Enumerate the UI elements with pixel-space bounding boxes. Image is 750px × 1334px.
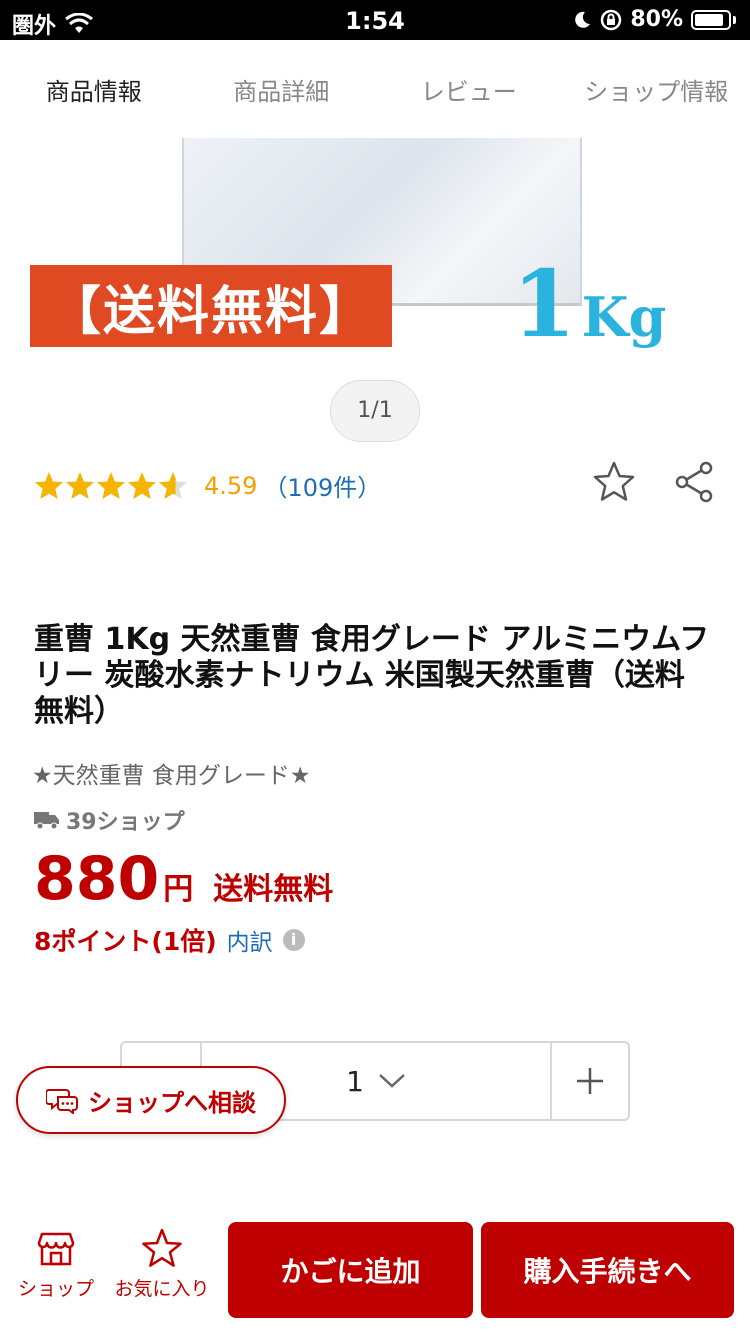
rotation-lock-icon — [601, 9, 622, 30]
rating-row[interactable]: 4.59 （109件） — [34, 468, 381, 503]
info-icon[interactable]: i — [282, 929, 305, 951]
product-image[interactable]: 【送料無料】 1 Kg — [0, 138, 750, 368]
battery-tip — [733, 15, 736, 24]
tab-shop-info[interactable]: ショップ情報 — [563, 62, 750, 122]
tab-product-info[interactable]: 商品情報 — [0, 62, 188, 122]
battery-icon — [691, 9, 731, 30]
points-row: 8ポイント(1倍) 内訳 i — [34, 922, 305, 958]
shop-icon — [37, 1232, 75, 1266]
weight-label: 1 Kg — [512, 250, 666, 358]
product-title: 重曹 1Kg 天然重曹 食用グレード アルミニウムフリー 炭酸水素ナトリウム 米… — [34, 622, 710, 729]
free-shipping-label: 送料無料 — [213, 872, 334, 907]
quantity-plus-button[interactable] — [550, 1043, 628, 1119]
price-value: 880 — [34, 844, 160, 914]
quantity-value: 1 — [346, 1064, 364, 1098]
consult-shop-button[interactable]: ショップへ相談 — [16, 1066, 286, 1134]
product-tabs: 商品情報 商品詳細 レビュー ショップ情報 — [0, 62, 750, 122]
truck-icon — [34, 812, 59, 830]
rating-score: 4.59 — [204, 471, 258, 500]
plus-icon — [577, 1068, 603, 1094]
free-shipping-banner: 【送料無料】 — [30, 265, 392, 347]
favorite-nav-label: お気に入り — [114, 1278, 210, 1300]
star-outline-icon — [142, 1228, 182, 1267]
shop-nav-button[interactable]: ショップ — [6, 1228, 106, 1301]
review-count-link[interactable]: （109件） — [263, 468, 381, 503]
tab-reviews[interactable]: レビュー — [375, 62, 563, 122]
price-row: 880 円 送料無料 — [34, 844, 333, 914]
add-to-cart-button[interactable]: かごに追加 — [228, 1222, 473, 1318]
favorite-nav-button[interactable]: お気に入り — [112, 1228, 212, 1301]
chevron-down-icon — [379, 1074, 405, 1088]
checkout-button[interactable]: 購入手続きへ — [481, 1222, 734, 1318]
tab-product-details[interactable]: 商品詳細 — [188, 62, 376, 122]
status-bar: 圏外 1:54 80% — [0, 0, 750, 40]
points-label: 8ポイント(1倍) — [34, 927, 217, 956]
rating-stars — [35, 471, 187, 499]
weight-unit: Kg — [581, 285, 667, 349]
shipping-39-label: 39ショップ — [66, 810, 185, 835]
shipping-39-badge: 39ショップ — [34, 804, 185, 836]
price-currency: 円 — [163, 872, 194, 907]
shop-nav-label: ショップ — [17, 1278, 94, 1300]
status-right: 80% — [572, 7, 736, 32]
image-pager: 1/1 — [330, 380, 420, 442]
bottom-action-bar: ショップ お気に入り かごに追加 購入手続きへ — [0, 1214, 750, 1334]
weight-number: 1 — [512, 250, 577, 358]
product-subtitle: ★天然重曹 食用グレード★ — [32, 763, 311, 789]
battery-percent: 80% — [630, 7, 683, 32]
consult-label: ショップへ相談 — [88, 1088, 256, 1117]
points-breakdown-link[interactable]: 内訳 — [227, 923, 273, 957]
moon-icon — [575, 11, 591, 28]
chat-icon — [46, 1089, 78, 1114]
favorite-star-icon[interactable] — [592, 460, 636, 504]
share-icon[interactable] — [672, 460, 716, 504]
